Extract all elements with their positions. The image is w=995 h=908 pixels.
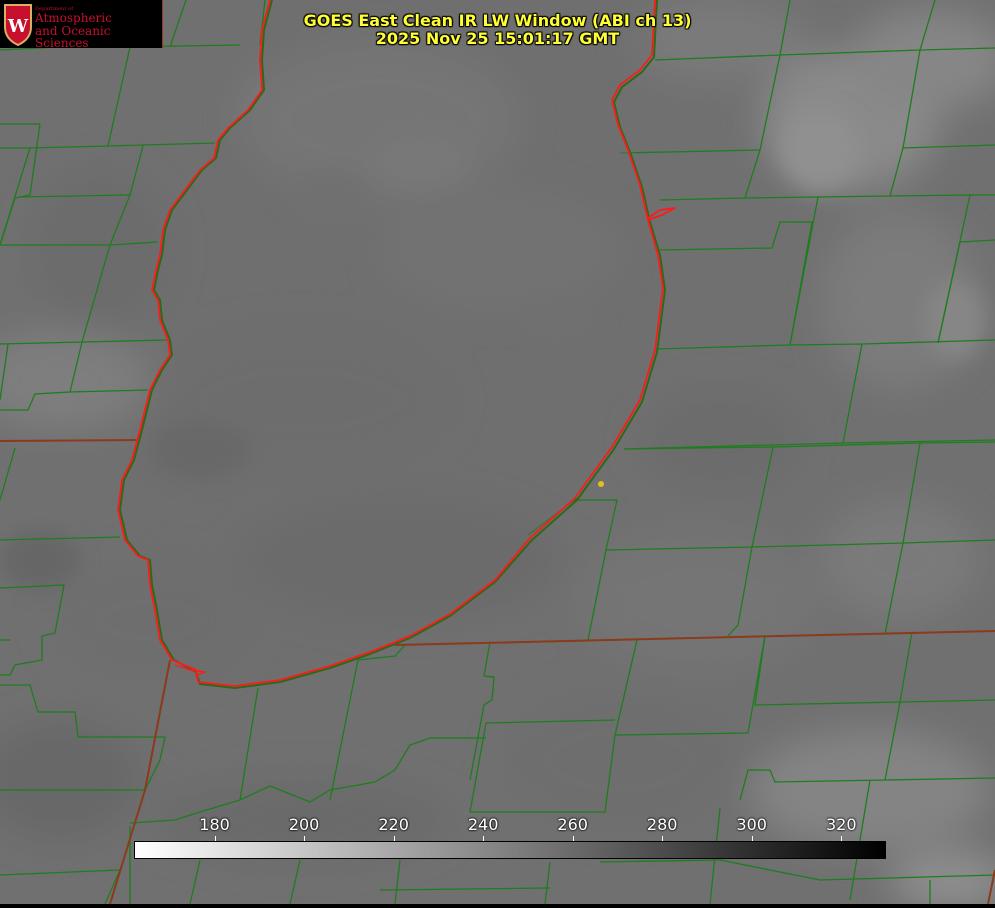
- aos-logo: W Department of Atmospheric and Oceanic …: [0, 0, 162, 51]
- colorbar-tick-mark: [393, 836, 395, 841]
- satellite-map: W Department of Atmospheric and Oceanic …: [0, 0, 995, 908]
- logo-line2: and Oceanic Sciences: [35, 23, 111, 51]
- colorbar-tick-mark: [214, 836, 216, 841]
- colorbar-tick-mark: [483, 836, 485, 841]
- colorbar-tick-mark: [572, 836, 574, 841]
- uw-crest-icon: W: [4, 4, 32, 47]
- crest-letter: W: [7, 16, 29, 37]
- colorbar-tick-label: 240: [467, 815, 499, 834]
- station-marker: [598, 481, 604, 487]
- logo-text: Department of Atmospheric and Oceanic Sc…: [35, 6, 162, 51]
- colorbar-tick-mark: [841, 836, 843, 841]
- map-canvas: [0, 0, 995, 908]
- colorbar-tick-label: 200: [288, 815, 320, 834]
- colorbar-tick-label: 320: [825, 815, 857, 834]
- colorbar-tick-mark: [304, 836, 306, 841]
- colorbar-tick-mark: [662, 836, 664, 841]
- colorbar-tick-label: 260: [557, 815, 588, 834]
- logo-line1: Atmospheric: [35, 11, 112, 26]
- colorbar-tick-label: 220: [378, 815, 409, 834]
- colorbar: [134, 841, 886, 859]
- colorbar-tick-label: 300: [736, 815, 767, 834]
- colorbar-tick-label: 180: [199, 815, 230, 834]
- colorbar-tick-mark: [751, 836, 753, 841]
- colorbar-tick-label: 280: [646, 815, 678, 834]
